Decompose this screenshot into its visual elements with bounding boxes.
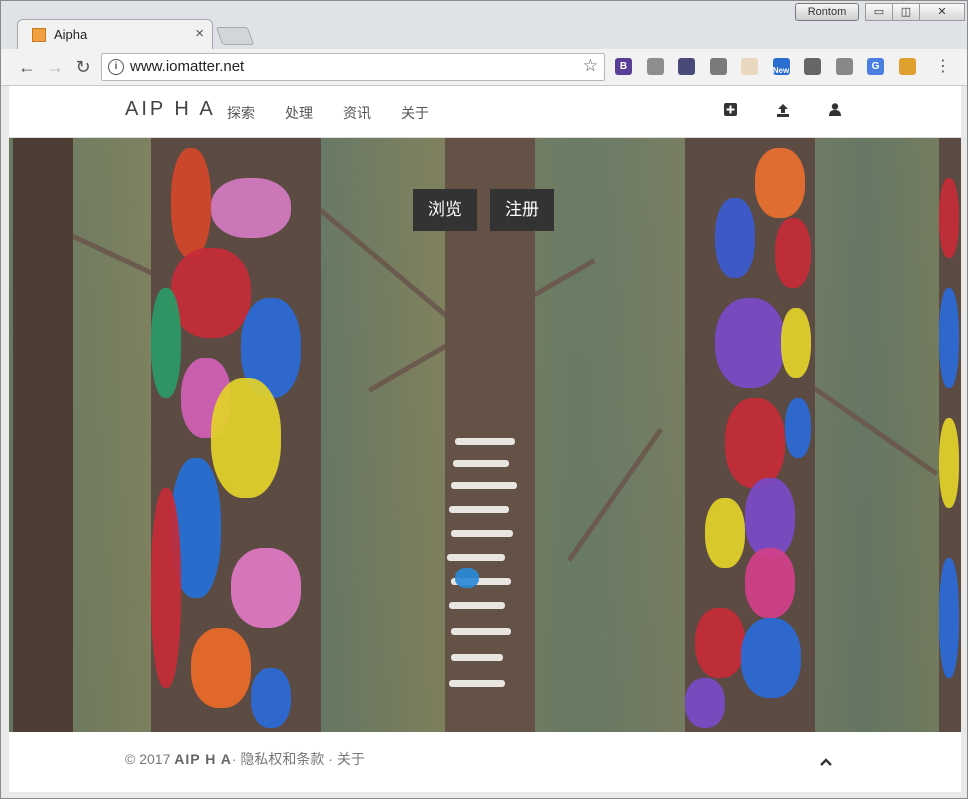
browser-tab[interactable]: Aipha ×	[17, 19, 213, 50]
maximize-button[interactable]: ◫	[892, 3, 920, 21]
vue-icon[interactable]	[709, 58, 727, 75]
title-bar: Aipha × Rontom ▭ ◫ ✕	[1, 1, 967, 50]
favicon-icon	[32, 28, 46, 42]
tree-trunk	[13, 138, 73, 732]
site-navbar: AIP H A 探索 处理 资讯 关于	[9, 86, 961, 138]
notes-icon[interactable]	[741, 58, 758, 75]
scroll-top-icon[interactable]	[819, 754, 833, 770]
nav-explore[interactable]: 探索	[227, 103, 255, 123]
back-icon[interactable]: ←	[17, 57, 37, 77]
chat-icon[interactable]	[804, 58, 821, 75]
nav-about[interactable]: 关于	[401, 103, 429, 123]
address-bar[interactable]: i www.iomatter.net ☆	[101, 53, 605, 81]
translate-icon[interactable]: G	[867, 58, 884, 75]
nav-news[interactable]: 资讯	[343, 103, 371, 123]
tab-close-icon[interactable]: ×	[195, 25, 204, 42]
footer-brand[interactable]: AIP H A	[174, 751, 232, 767]
menu-icon[interactable]: ⋮	[933, 57, 953, 77]
footer-links[interactable]: · 隐私权和条款 · 关于	[232, 751, 365, 767]
forward-icon[interactable]: →	[45, 57, 65, 77]
branch	[566, 428, 663, 562]
user-icon[interactable]	[828, 103, 842, 117]
browser-window: Aipha × Rontom ▭ ◫ ✕ ← → ↻ i www.iomatte…	[0, 0, 968, 799]
reload-icon[interactable]: ↻	[73, 57, 93, 77]
bookmark-star-icon[interactable]: ☆	[583, 56, 598, 76]
nav-process[interactable]: 处理	[285, 103, 313, 123]
page-viewport: AIP H A 探索 处理 资讯 关于 浏览 注册 © 2017 AIP H A…	[9, 86, 961, 792]
upload-icon[interactable]	[776, 103, 790, 117]
site-brand[interactable]: AIP H A	[125, 98, 216, 121]
edit-icon[interactable]	[835, 58, 853, 75]
hero-forest-image: 浏览 注册	[9, 138, 961, 732]
sync-icon[interactable]	[898, 58, 916, 75]
minimize-button[interactable]: ▭	[865, 3, 893, 21]
eyedropper-icon[interactable]	[678, 58, 695, 75]
url-text[interactable]: www.iomatter.net	[130, 58, 244, 75]
globe-icon[interactable]	[646, 58, 664, 75]
register-button[interactable]: 注册	[490, 189, 554, 231]
profile-button[interactable]: Rontom	[795, 3, 859, 21]
painted-tree-right	[685, 138, 815, 732]
new-tab-button[interactable]	[215, 27, 255, 45]
browse-button[interactable]: 浏览	[413, 189, 477, 231]
close-window-button[interactable]: ✕	[919, 3, 965, 21]
add-icon[interactable]	[723, 103, 737, 117]
news-icon[interactable]: New	[772, 58, 790, 75]
edge-tree	[939, 138, 961, 732]
tab-title: Aipha	[54, 27, 88, 42]
footer-year: © 2017	[125, 751, 171, 767]
browser-toolbar: ← → ↻ i www.iomatter.net ☆ B New G ⋮	[1, 49, 967, 86]
painted-tree-left	[151, 138, 321, 732]
footer-text: © 2017 AIP H A· 隐私权和条款 · 关于	[125, 749, 365, 769]
site-info-icon[interactable]: i	[108, 59, 124, 75]
site-footer: © 2017 AIP H A· 隐私权和条款 · 关于	[9, 732, 961, 792]
bootstrap-icon[interactable]: B	[615, 58, 632, 75]
